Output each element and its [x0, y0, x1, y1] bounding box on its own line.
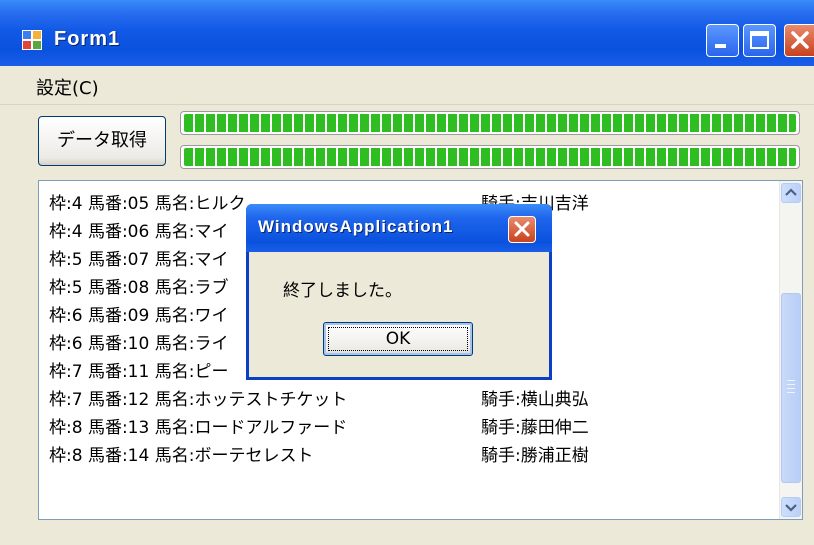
horse-info: 枠:7 馬番:12 馬名:ホッテストチケット	[49, 390, 348, 410]
close-icon	[514, 221, 530, 237]
scroll-down-button[interactable]	[781, 497, 801, 517]
minimize-button[interactable]	[706, 24, 739, 57]
horse-info: 枠:4 馬番:06 馬名:マイ	[49, 222, 229, 242]
menu-settings[interactable]: 設定(C)	[36, 74, 99, 100]
menu-bar: 設定(C)	[0, 66, 814, 105]
fetch-data-button[interactable]: データ取得	[38, 116, 166, 166]
list-item[interactable]: 枠:5 馬番:07 馬名:マイ山雄一	[49, 245, 532, 270]
scroll-up-arrow-icon	[785, 188, 797, 196]
maximize-icon	[750, 31, 769, 49]
close-icon	[791, 31, 809, 49]
list-item[interactable]: 枠:6 馬番:09 馬名:ワイ津村明秀	[49, 301, 549, 326]
list-item[interactable]: 枠:8 馬番:13 馬名:ロードアルファード 騎手:藤田伸二	[49, 413, 589, 438]
title-bar[interactable]: Form1	[0, 0, 814, 66]
horse-info: 枠:5 馬番:07 馬名:マイ	[49, 250, 229, 270]
list-item[interactable]: 枠:4 馬番:06 馬名:マイ田位洋文	[49, 217, 549, 242]
progress-bar-1	[180, 111, 800, 135]
horse-info: 枠:8 馬番:13 馬名:ロードアルファード	[49, 418, 348, 438]
scrollbar-thumb[interactable]	[781, 293, 801, 483]
horse-info: 枠:5 馬番:08 馬名:ラブ	[49, 278, 229, 298]
app-window-icon	[22, 30, 42, 50]
horse-info: 枠:6 馬番:10 馬名:ライ	[49, 334, 229, 354]
jockey-info: 騎手:藤田伸二	[481, 418, 589, 438]
dialog-message: 終了しました。	[283, 281, 402, 301]
maximize-button[interactable]	[743, 24, 776, 57]
vertical-scrollbar[interactable]	[779, 181, 802, 519]
scroll-down-arrow-icon	[785, 504, 797, 512]
grip-icon	[787, 380, 795, 393]
message-dialog: WindowsApplication1 終了しました。 OK	[246, 204, 552, 380]
list-item[interactable]: 枠:8 馬番:14 馬名:ボーテセレスト 騎手:勝浦正樹	[49, 441, 589, 466]
horse-info: 枠:7 馬番:11 馬名:ピー	[49, 362, 229, 382]
dialog-title: WindowsApplication1	[258, 217, 454, 236]
dialog-close-button[interactable]	[508, 216, 536, 243]
horse-info: 枠:8 馬番:14 馬名:ボーテセレスト	[49, 446, 314, 466]
horse-info: 枠:4 馬番:05 馬名:ヒルク	[49, 194, 246, 214]
list-item[interactable]: 枠:5 馬番:08 馬名:ラブ沢隆徳	[49, 273, 532, 298]
minimize-icon	[715, 44, 726, 48]
list-item[interactable]: 枠:6 馬番:10 馬名:ライ山真一	[49, 329, 532, 354]
focus-rectangle	[328, 327, 468, 351]
list-item[interactable]: 枠:4 馬番:05 馬名:ヒルク騎手:吉川吉洋	[49, 189, 589, 214]
progress-bar-2-fill	[184, 148, 796, 166]
close-button[interactable]	[784, 24, 814, 57]
scroll-up-button[interactable]	[781, 183, 801, 203]
list-item[interactable]: 枠:7 馬番:11 馬名:ピー添謙一	[49, 357, 532, 382]
jockey-info: 騎手:勝浦正樹	[481, 446, 589, 466]
main-window: Form1 設定(C) データ取得 枠:4 馬番:05 馬名:ヒルク騎手:吉川吉…	[0, 0, 814, 545]
window-title: Form1	[54, 28, 121, 50]
horse-info: 枠:6 馬番:09 馬名:ワイ	[49, 306, 229, 326]
list-item[interactable]: 枠:7 馬番:12 馬名:ホッテストチケット 騎手:横山典弘	[49, 385, 589, 410]
ok-button[interactable]: OK	[323, 322, 473, 356]
jockey-info: 騎手:横山典弘	[481, 390, 589, 410]
dialog-title-bar[interactable]: WindowsApplication1	[246, 204, 552, 252]
progress-bar-2	[180, 145, 800, 169]
progress-bar-1-fill	[184, 114, 796, 132]
